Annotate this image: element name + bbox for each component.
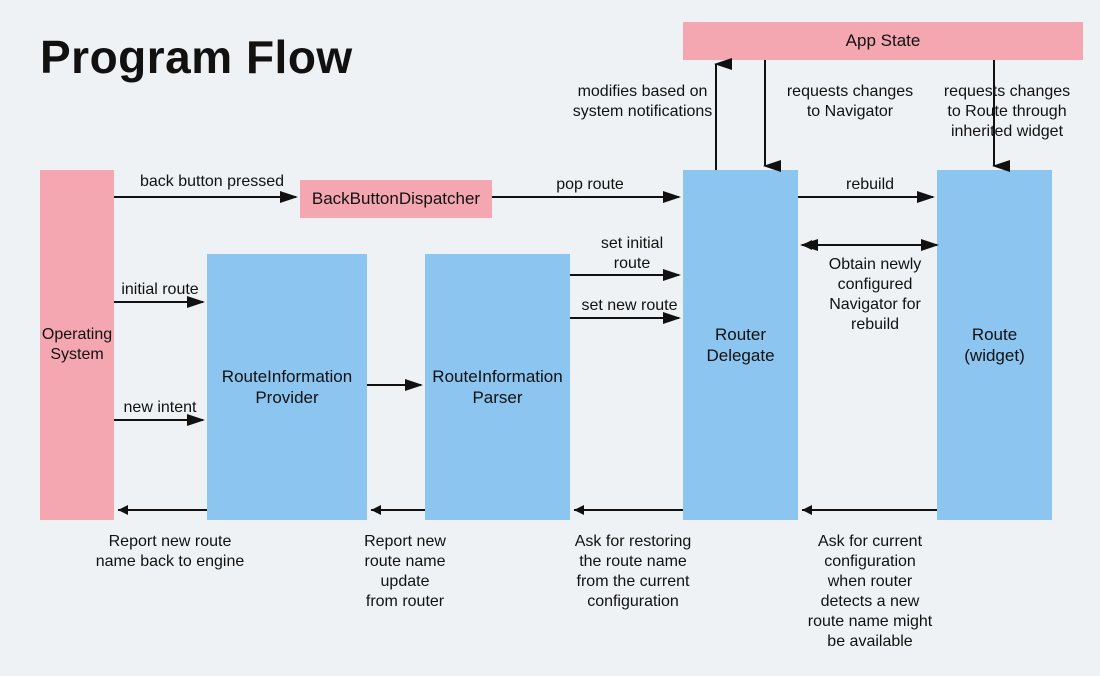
label-ask-current: Ask for current configuration when route…: [790, 532, 950, 652]
label-initial-route: initial route: [110, 280, 210, 300]
node-route-info-parser: RouteInformation Parser: [425, 254, 570, 520]
label-set-initial: set initial route: [582, 234, 682, 274]
label-pop-route: pop route: [545, 175, 635, 195]
node-back-button-dispatcher: BackButtonDispatcher: [300, 180, 492, 218]
label-report-engine: Report new route name back to engine: [85, 532, 255, 572]
label-rebuild: rebuild: [830, 175, 910, 195]
label-req-route: requests changes to Route through inheri…: [927, 82, 1087, 142]
label-new-intent: new intent: [110, 398, 210, 418]
node-router-delegate: Router Delegate: [683, 170, 798, 520]
node-route-widget: Route (widget): [937, 170, 1052, 520]
label-ask-restore: Ask for restoring the route name from th…: [558, 532, 708, 612]
label-modifies-sys: modifies based on system notifications: [560, 82, 725, 122]
node-app-state: App State: [683, 22, 1083, 60]
label-set-new: set new route: [572, 296, 687, 316]
label-back-pressed: back button pressed: [122, 172, 302, 192]
diagram-title: Program Flow: [40, 30, 353, 84]
label-report-router: Report new route name update from router: [350, 532, 460, 612]
node-operating-system: Operating System: [40, 170, 114, 520]
node-route-info-provider: RouteInformation Provider: [207, 254, 367, 520]
label-req-navigator: requests changes to Navigator: [775, 82, 925, 122]
label-obtain-nav: Obtain newly configured Navigator for re…: [810, 255, 940, 335]
